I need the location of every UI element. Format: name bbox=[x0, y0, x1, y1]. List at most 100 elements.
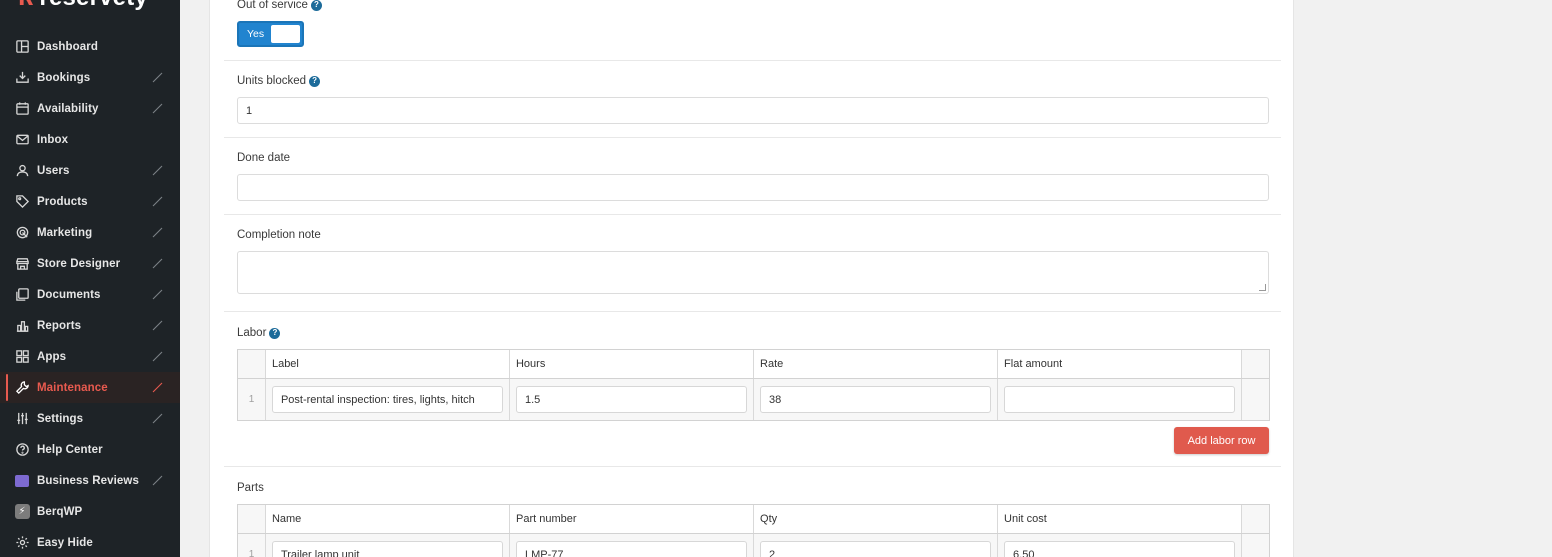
parts-label: Parts bbox=[237, 482, 264, 494]
chevron-right-icon bbox=[151, 102, 163, 114]
chevron-right-icon bbox=[151, 226, 163, 238]
sidebar-item-label: Documents bbox=[37, 288, 101, 301]
sidebar-item-users[interactable]: Users bbox=[0, 155, 180, 186]
row-index: 1 bbox=[238, 534, 266, 557]
sidebar-item-maintenance[interactable]: Maintenance bbox=[0, 372, 180, 403]
sidebar-item-documents[interactable]: Documents bbox=[0, 279, 180, 310]
completion-note-label: Completion note bbox=[237, 229, 321, 241]
sidebar-item-label: Users bbox=[37, 164, 70, 177]
sidebar-item-label: Store Designer bbox=[37, 257, 121, 270]
sidebar-item-label: Availability bbox=[37, 102, 99, 115]
chevron-right-icon bbox=[151, 195, 163, 207]
parts-table-header: Name Part number Qty Unit cost bbox=[238, 505, 1270, 534]
row-actions-header bbox=[1242, 505, 1270, 533]
add-labor-row-button[interactable]: Add labor row bbox=[1174, 427, 1269, 454]
labor-table-header: Label Hours Rate Flat amount bbox=[238, 350, 1270, 379]
help-icon[interactable]: ? bbox=[309, 75, 321, 87]
user-icon bbox=[14, 163, 30, 179]
sidebar-item-inbox[interactable]: Inbox bbox=[0, 124, 180, 155]
column-header: Label bbox=[266, 350, 510, 378]
part-name-input[interactable]: Trailer lamp unit bbox=[271, 541, 503, 557]
part-qty-input[interactable]: 2 bbox=[760, 541, 992, 557]
labor-hours-input[interactable]: 1.5 bbox=[515, 386, 748, 413]
divider bbox=[224, 60, 1281, 61]
labor-label-input[interactable]: Post-rental inspection: tires, lights, h… bbox=[271, 386, 503, 413]
help-icon[interactable]: ? bbox=[269, 327, 281, 339]
labor-label: Labor ? bbox=[237, 327, 281, 339]
units-blocked-input[interactable]: 1 bbox=[237, 97, 1269, 124]
mail-icon bbox=[14, 132, 30, 148]
chevron-right-icon bbox=[151, 319, 163, 331]
sidebar-item-label: Products bbox=[37, 195, 88, 208]
divider bbox=[224, 137, 1281, 138]
row-actions[interactable] bbox=[1242, 534, 1270, 557]
chevron-right-icon bbox=[151, 257, 163, 269]
berqwp-icon: ⚡ bbox=[14, 504, 30, 520]
sidebar-item-settings[interactable]: Settings bbox=[0, 403, 180, 434]
sidebar-item-dashboard[interactable]: Dashboard bbox=[0, 31, 180, 62]
sidebar-item-label: Marketing bbox=[37, 226, 93, 239]
column-header: Rate bbox=[754, 350, 999, 378]
chevron-right-icon bbox=[151, 288, 163, 300]
sidebar-item-label: Maintenance bbox=[37, 381, 108, 394]
help-icon[interactable]: ? bbox=[310, 0, 322, 11]
sidebar-item-label: Dashboard bbox=[37, 40, 98, 53]
chevron-right-icon bbox=[151, 412, 163, 424]
sidebar-item-marketing[interactable]: Marketing bbox=[0, 217, 180, 248]
sidebar-item-label: Inbox bbox=[37, 133, 69, 146]
completion-note-textarea[interactable] bbox=[237, 251, 1269, 294]
sidebar-item-label: Apps bbox=[37, 350, 67, 363]
part-unit-cost-input[interactable]: 6.50 bbox=[1004, 541, 1236, 557]
out-of-service-toggle[interactable]: Yes bbox=[237, 21, 304, 47]
sidebar-item-availability[interactable]: Availability bbox=[0, 93, 180, 124]
sidebar-item-bookings[interactable]: Bookings bbox=[0, 62, 180, 93]
sidebar-item-reports[interactable]: Reports bbox=[0, 310, 180, 341]
row-actions-header bbox=[1242, 350, 1270, 378]
sidebar-item-label: BerqWP bbox=[37, 505, 83, 518]
brand-name: reservety bbox=[39, 0, 148, 12]
column-header: Hours bbox=[510, 350, 755, 378]
sliders-icon bbox=[14, 411, 30, 427]
sidebar-item-easy-hide[interactable]: Easy Hide bbox=[0, 527, 180, 557]
column-header: Part number bbox=[510, 505, 755, 533]
target-icon bbox=[14, 225, 30, 241]
sidebar-item-label: Easy Hide bbox=[37, 536, 93, 549]
divider bbox=[224, 466, 1281, 467]
toggle-knob bbox=[271, 25, 300, 43]
brand-mark: R bbox=[18, 0, 33, 10]
layout-icon bbox=[14, 39, 30, 55]
row-index-header bbox=[238, 505, 266, 533]
tag-icon bbox=[14, 194, 30, 210]
part-number-input[interactable]: LMP-77 bbox=[515, 541, 748, 557]
apps-grid-icon bbox=[14, 349, 30, 365]
sidebar-item-apps[interactable]: Apps bbox=[0, 341, 180, 372]
done-date-label: Done date bbox=[237, 152, 291, 164]
chevron-right-icon bbox=[151, 350, 163, 362]
resize-handle-icon[interactable] bbox=[1259, 284, 1266, 291]
sidebar-item-store-designer[interactable]: Store Designer bbox=[0, 248, 180, 279]
inbox-tray-icon bbox=[14, 70, 30, 86]
sidebar-item-products[interactable]: Products bbox=[0, 186, 180, 217]
brand-logo[interactable]: R reservety bbox=[18, 0, 148, 11]
chevron-right-icon bbox=[151, 71, 163, 83]
sidebar: R reservety Dashboard Bookings Availabilit… bbox=[0, 0, 180, 557]
sidebar-item-berqwp[interactable]: ⚡ BerqWP bbox=[0, 496, 180, 527]
labor-flat-amount-input[interactable] bbox=[1004, 386, 1236, 413]
wrench-icon bbox=[14, 380, 30, 396]
maintenance-form-panel: Out of service ? Yes Units blocked ? 1 D… bbox=[209, 0, 1294, 557]
sidebar-item-help-center[interactable]: Help Center bbox=[0, 434, 180, 465]
done-date-input[interactable] bbox=[237, 174, 1269, 201]
chevron-right-icon bbox=[151, 474, 163, 486]
row-actions[interactable] bbox=[1242, 379, 1270, 420]
sidebar-item-label: Settings bbox=[37, 412, 84, 425]
reviews-icon bbox=[14, 473, 30, 489]
sidebar-item-business-reviews[interactable]: Business Reviews bbox=[0, 465, 180, 496]
sidebar-item-label: Help Center bbox=[37, 443, 103, 456]
toggle-yes-label: Yes bbox=[247, 28, 265, 40]
documents-icon bbox=[14, 287, 30, 303]
labor-rate-input[interactable]: 38 bbox=[760, 386, 992, 413]
row-index: 1 bbox=[238, 379, 266, 420]
bar-chart-icon bbox=[14, 318, 30, 334]
gear-icon bbox=[14, 535, 30, 551]
help-circle-icon bbox=[14, 442, 30, 458]
